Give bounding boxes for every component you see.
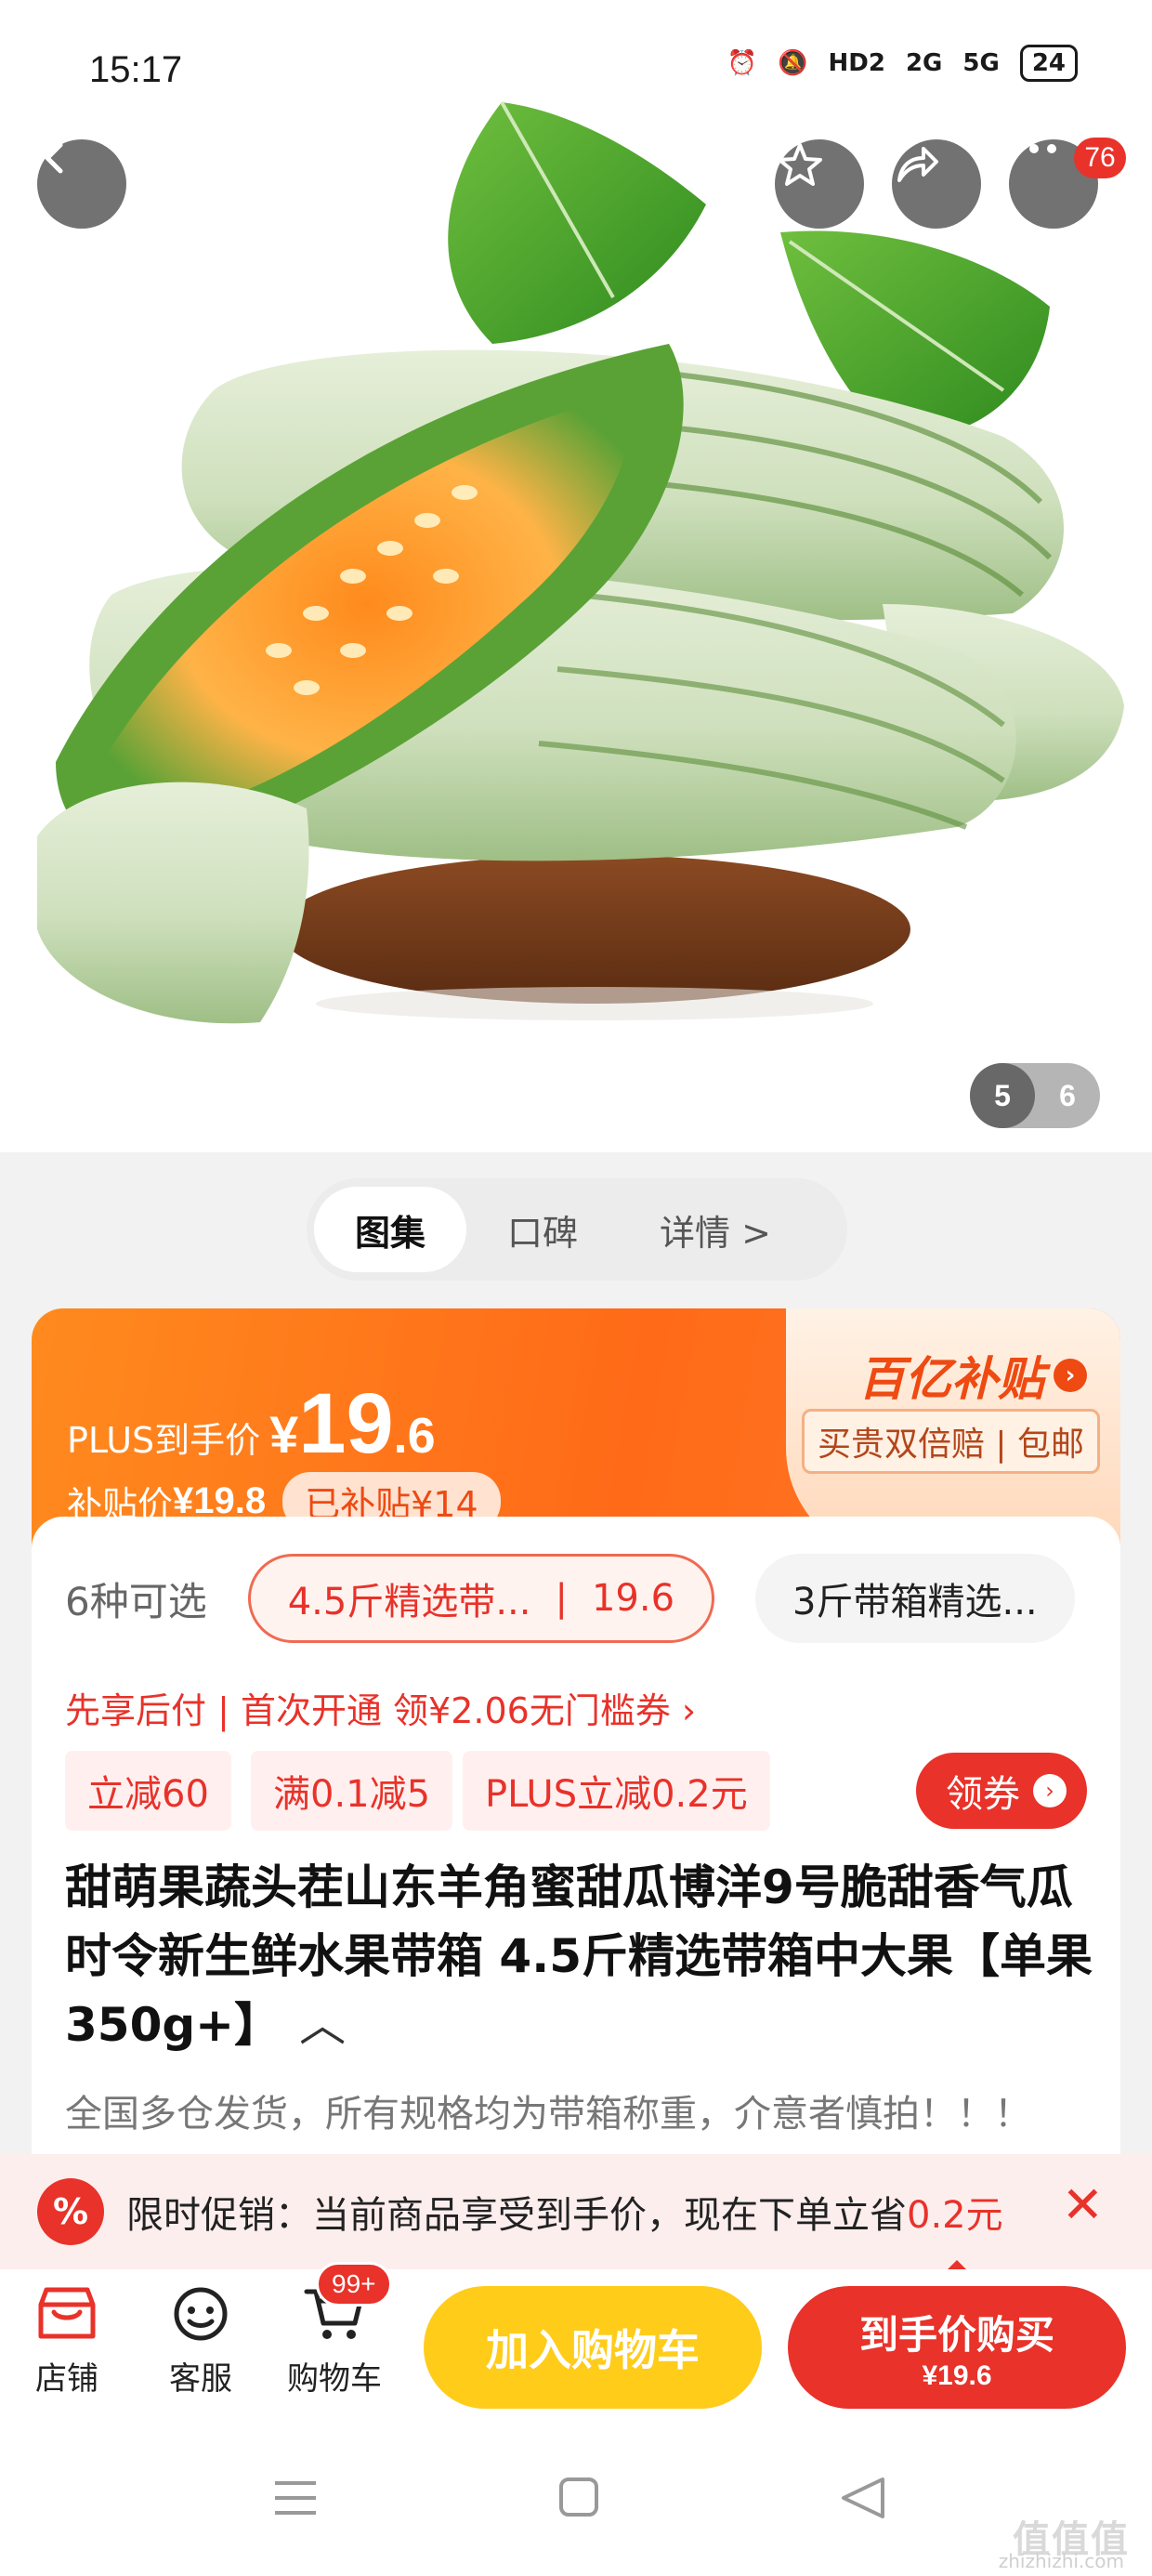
signal-5g-icon: 5G xyxy=(962,49,1000,77)
buy-now-button[interactable]: 到手价购买 ¥19.6 xyxy=(788,2286,1126,2409)
spec-divider: | xyxy=(555,1577,568,1620)
product-info-card: 6种可选 4.5斤精选带... | 19.6 3斤带箱精选... 先享后付 | … xyxy=(32,1517,1120,2167)
store-label: 店铺 xyxy=(35,2360,98,2398)
coupon-tag: 立减60 xyxy=(65,1751,231,1831)
guarantee-label: 买贵双倍赔 | 包邮 xyxy=(801,1409,1100,1474)
more-dots-icon xyxy=(1012,144,1056,153)
tab-details[interactable]: 详情 > xyxy=(619,1187,812,1272)
coupon-tag: PLUS立减0.2元 xyxy=(463,1751,770,1831)
spec-option-selected[interactable]: 4.5斤精选带... | 19.6 xyxy=(247,1554,715,1643)
status-time: 15:17 xyxy=(89,48,183,90)
back-triangle-icon[interactable] xyxy=(842,2477,884,2518)
product-image[interactable]: 15:17 ⏰ 🔕 HD2 2G 5G 24 76 5 6 xyxy=(0,0,1152,1152)
spec-name: 3斤带箱精选... xyxy=(792,1581,1038,1623)
promo-bar: % 限时促销：当前商品享受到手价，现在下单立省 0.2元 ✕ xyxy=(0,2154,1152,2269)
collapse-caret-icon[interactable]: ︿ xyxy=(299,1998,346,2052)
percent-icon: % xyxy=(37,2178,104,2245)
spec-name: 4.5斤精选带... xyxy=(287,1581,531,1623)
shipping-note: 全国多仓发货，所有规格均为带箱称重，介意者慎拍！！！ xyxy=(65,2093,1031,2136)
buy-now-price: ¥19.6 xyxy=(922,2359,992,2391)
status-icons: ⏰ 🔕 HD2 2G 5G 24 xyxy=(727,45,1078,82)
gallery-tabs: 图集 口碑 详情 > xyxy=(307,1178,847,1281)
spec-option[interactable]: 3斤带箱精选... xyxy=(755,1554,1075,1643)
customer-service-label: 客服 xyxy=(169,2360,232,2398)
pay-later-line[interactable]: 先享后付 | 首次开通 领¥2.06无门槛券 › xyxy=(65,1682,696,1733)
menu-icon[interactable] xyxy=(275,2481,316,2515)
cart-count-badge: 99+ xyxy=(316,2262,392,2307)
system-navigation-bar xyxy=(0,2409,1152,2576)
favorite-button[interactable] xyxy=(775,139,864,229)
hd-icon: HD2 xyxy=(828,49,885,77)
price-decimal: .6 xyxy=(393,1408,436,1464)
watermark-url: zhizhizhi.com xyxy=(998,2550,1124,2572)
bottom-action-bar: 店铺 客服 购物车 99+ 加入购物车 到手价购买 ¥19.6 xyxy=(0,2262,1152,2409)
promo-amount: 0.2元 xyxy=(907,2194,1003,2237)
back-button[interactable] xyxy=(37,139,126,229)
message-badge: 76 xyxy=(1074,138,1126,178)
mute-icon: 🔕 xyxy=(778,49,808,77)
system-nav-icons xyxy=(275,2477,884,2518)
chevron-right-icon: › xyxy=(1054,1359,1087,1392)
chevron-right-icon: › xyxy=(1033,1774,1067,1807)
plus-price-label: PLUS到手价 xyxy=(67,1420,261,1461)
spec-selector: 6种可选 4.5斤精选带... | 19.6 3斤带箱精选... xyxy=(65,1554,1120,1643)
share-button[interactable] xyxy=(892,139,981,229)
pager-total: 6 xyxy=(1059,1078,1076,1112)
plus-price: PLUS到手价 ¥ 19 .6 xyxy=(67,1381,436,1466)
tab-gallery[interactable]: 图集 xyxy=(314,1187,467,1272)
home-icon[interactable] xyxy=(559,2477,598,2517)
cart-label: 购物车 xyxy=(287,2360,382,2398)
store-button[interactable]: 店铺 xyxy=(11,2284,123,2399)
chat-face-icon xyxy=(174,2287,228,2341)
alarm-icon: ⏰ xyxy=(727,49,758,77)
close-icon[interactable]: ✕ xyxy=(1062,2180,1104,2230)
chevron-left-icon xyxy=(45,142,63,174)
share-icon xyxy=(897,147,938,182)
product-title-text: 甜萌果蔬头茬山东羊角蜜甜瓜博洋9号脆甜香气瓜时令新生鲜水果带箱 4.5斤精选带箱… xyxy=(65,1860,1093,2052)
brand-text: 百亿补贴 xyxy=(858,1352,1044,1406)
store-icon xyxy=(38,2287,96,2339)
spec-price: 19.6 xyxy=(591,1577,675,1620)
get-coupon-button[interactable]: 领券 › xyxy=(916,1753,1087,1829)
brand-logo[interactable]: 百亿补贴 › xyxy=(858,1342,1087,1409)
product-page: { "status_bar": {"time": "15:17", "netwo… xyxy=(0,0,1152,2576)
tab-reviews[interactable]: 口碑 xyxy=(466,1187,619,1272)
status-bar: 15:17 ⏰ 🔕 HD2 2G 5G 24 xyxy=(0,0,1152,139)
promo-text: 限时促销：当前商品享受到手价，现在下单立省 xyxy=(126,2194,907,2237)
battery-icon: 24 xyxy=(1019,45,1078,82)
coupon-row: 立减60 满0.1减5 PLUS立减0.2元 领券 › xyxy=(65,1751,1087,1831)
price-integer: 19 xyxy=(298,1376,394,1471)
buy-now-label: 到手价购买 xyxy=(858,2311,1054,2358)
star-icon xyxy=(778,143,822,186)
customer-service-button[interactable]: 客服 xyxy=(145,2284,256,2399)
signal-2g-icon: 2G xyxy=(905,49,943,77)
get-coupon-label: 领券 xyxy=(946,1773,1020,1816)
currency-symbol: ¥ xyxy=(269,1405,299,1464)
add-to-cart-button[interactable]: 加入购物车 xyxy=(424,2286,762,2409)
product-title: 甜萌果蔬头茬山东羊角蜜甜瓜博洋9号脆甜香气瓜时令新生鲜水果带箱 4.5斤精选带箱… xyxy=(65,1853,1096,2059)
coupon-tag: 满0.1减5 xyxy=(251,1751,453,1831)
image-pager: 5 6 xyxy=(970,1063,1100,1128)
pager-current: 5 xyxy=(970,1063,1035,1128)
spec-count: 6种可选 xyxy=(65,1578,207,1624)
